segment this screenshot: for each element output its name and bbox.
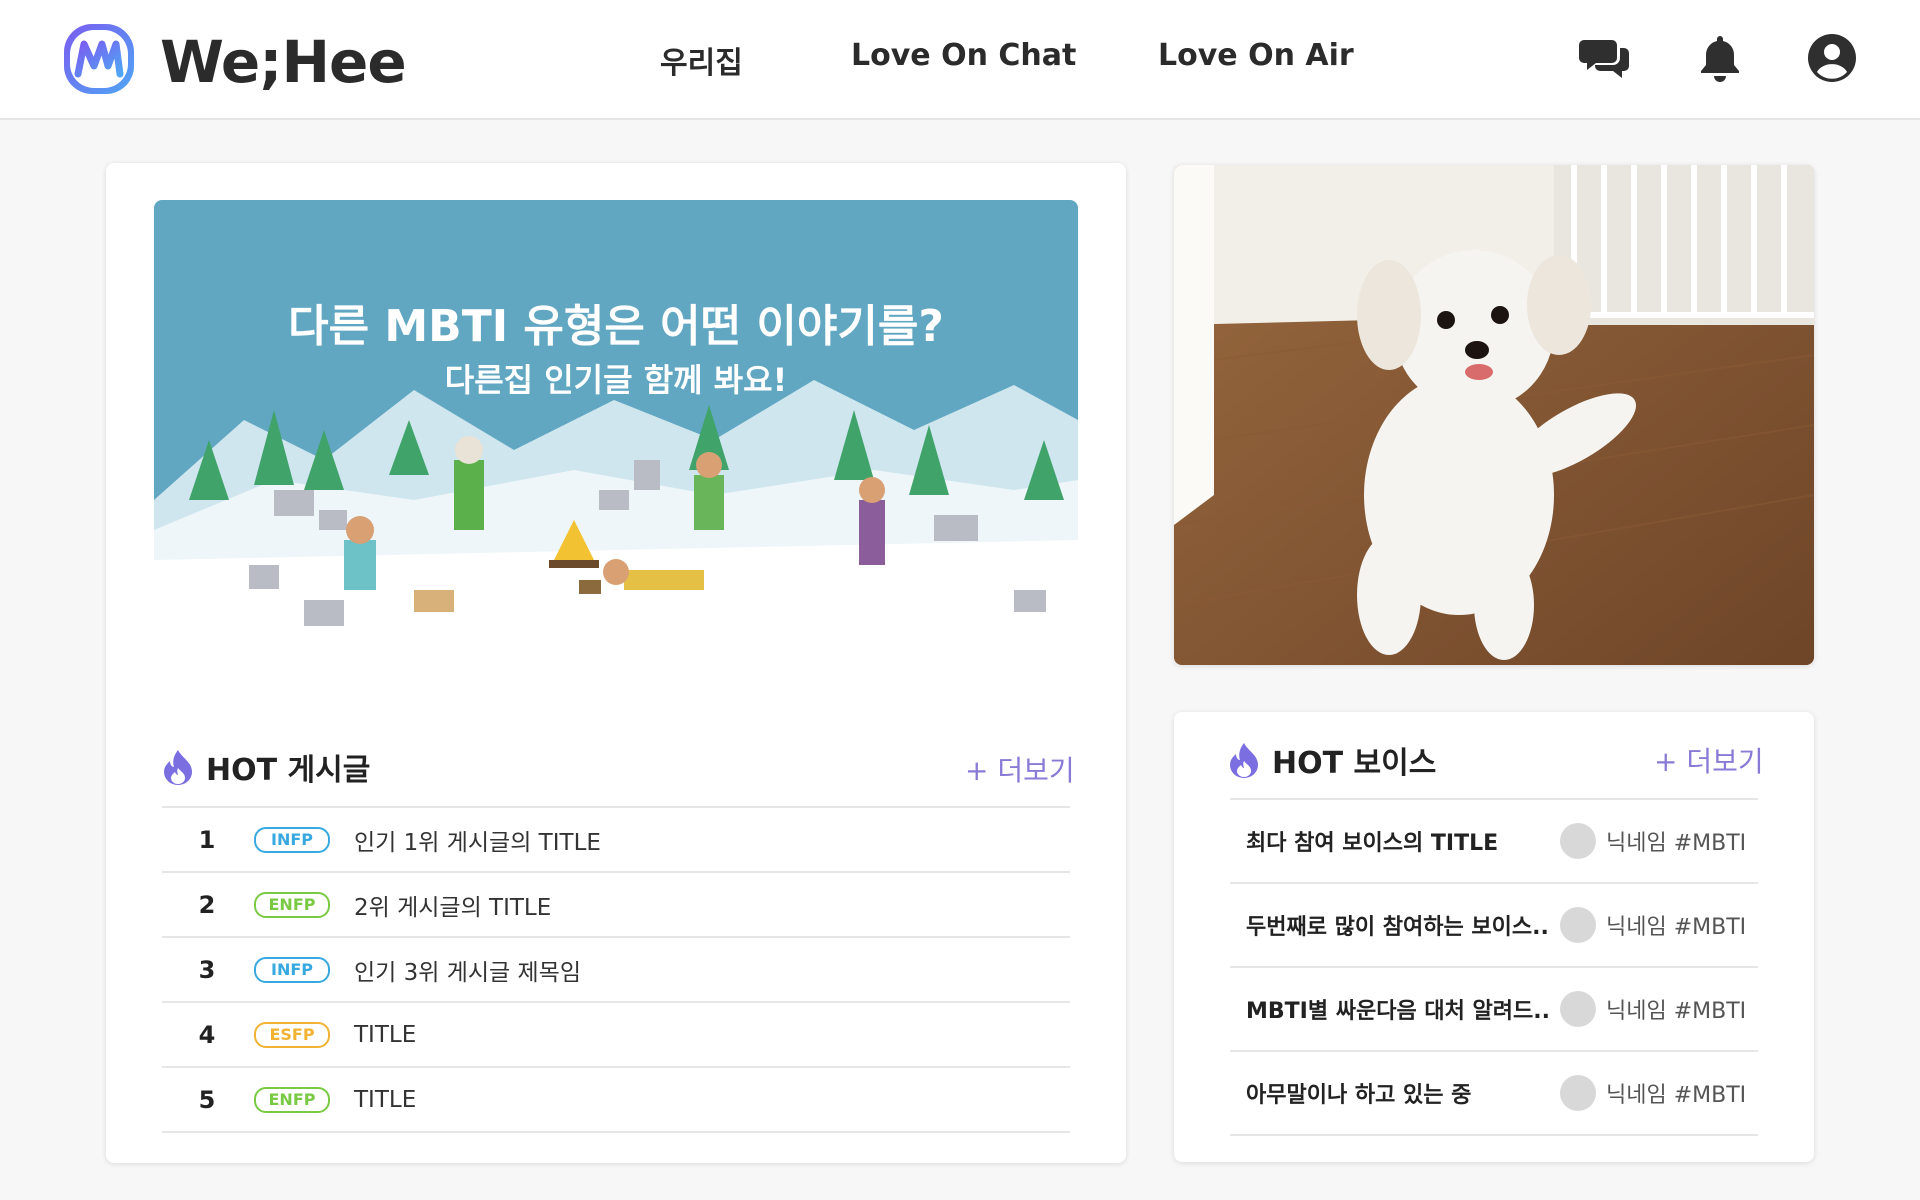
avatar [1560, 823, 1596, 859]
post-row[interactable]: 3 INFP 인기 3위 게시글 제목임 [162, 936, 1070, 1001]
hot-posts-title: HOT 게시글 [206, 753, 371, 788]
nav-item-home[interactable]: 우리집 [660, 38, 743, 82]
flame-icon [1230, 743, 1258, 778]
mbti-badge: INFP [254, 826, 330, 853]
nav-item-love-on-chat[interactable]: Love On Chat [851, 38, 1076, 73]
hot-voices-more-link[interactable]: + 더보기 [1654, 740, 1764, 780]
post-title: 2위 게시글의 TITLE [354, 894, 552, 921]
post-title: TITLE [354, 1021, 417, 1048]
mbti-badge: ENFP [254, 891, 330, 918]
avatar [1560, 907, 1596, 943]
nav-item-love-on-air[interactable]: Love On Air [1158, 38, 1354, 73]
voice-title: MBTI별 싸운다음 대처 알려드.. [1246, 999, 1550, 1024]
voice-title: 최다 참여 보이스의 TITLE [1246, 831, 1499, 856]
user-account-icon[interactable] [1804, 30, 1860, 86]
hot-posts-header: HOT 게시글 [162, 745, 370, 789]
hot-voices-card: HOT 보이스 + 더보기 최다 참여 보이스의 TITLE 닉네임 #MBTI… [1174, 712, 1814, 1162]
post-rank: 3 [198, 955, 216, 984]
voice-row[interactable]: MBTI별 싸운다음 대처 알려드.. 닉네임 #MBTI [1230, 966, 1758, 1050]
banner-subtitle: 다른집 인기글 함께 봐요! [444, 361, 788, 399]
hot-posts-more-link[interactable]: + 더보기 [965, 749, 1075, 789]
top-header: We;Hee 우리집 Love On Chat Love On Air [0, 0, 1920, 120]
post-row[interactable]: 2 ENFP 2위 게시글의 TITLE [162, 871, 1070, 936]
voice-row[interactable]: 최다 참여 보이스의 TITLE 닉네임 #MBTI [1230, 798, 1758, 882]
post-row[interactable]: 4 ESFP TITLE [162, 1001, 1070, 1066]
voice-nickname: 닉네임 #MBTI [1606, 831, 1747, 856]
post-title: 인기 1위 게시글의 TITLE [354, 829, 601, 856]
mbti-badge: ENFP [254, 1086, 330, 1113]
mbti-badge: INFP [254, 956, 330, 983]
voice-nickname: 닉네임 #MBTI [1606, 1083, 1747, 1108]
mbti-badge: ESFP [254, 1021, 330, 1048]
voice-row[interactable]: 아무말이나 하고 있는 중 닉네임 #MBTI [1230, 1050, 1758, 1136]
voice-row[interactable]: 두번째로 많이 참여하는 보이스.. 닉네임 #MBTI [1230, 882, 1758, 966]
featured-dog-photo[interactable] [1174, 165, 1814, 665]
voice-nickname: 닉네임 #MBTI [1606, 999, 1747, 1024]
hot-voices-title: HOT 보이스 [1272, 746, 1437, 781]
main-left-card: 다른 MBTI 유형은 어떤 이야기를? 다른집 인기글 함께 봐요! HOT … [106, 163, 1126, 1163]
logo-icon[interactable] [62, 22, 136, 96]
voice-title: 아무말이나 하고 있는 중 [1246, 1083, 1472, 1108]
banner-title: 다른 MBTI 유형은 어떤 이야기를? [288, 301, 944, 352]
mbti-banner[interactable]: 다른 MBTI 유형은 어떤 이야기를? 다른집 인기글 함께 봐요! [154, 200, 1078, 653]
avatar [1560, 1075, 1596, 1111]
bell-icon[interactable] [1692, 30, 1748, 86]
post-rank: 4 [198, 1020, 216, 1049]
post-rank: 1 [198, 825, 216, 854]
hot-voices-list: 최다 참여 보이스의 TITLE 닉네임 #MBTI 두번째로 많이 참여하는 … [1230, 798, 1758, 1136]
post-title: 인기 3위 게시글 제목임 [354, 959, 582, 986]
post-rank: 5 [198, 1085, 216, 1114]
post-title: TITLE [354, 1086, 417, 1113]
hot-posts-list: 1 INFP 인기 1위 게시글의 TITLE 2 ENFP 2위 게시글의 T… [162, 806, 1070, 1133]
hot-voices-header: HOT 보이스 [1228, 738, 1436, 782]
post-row[interactable]: 5 ENFP TITLE [162, 1066, 1070, 1133]
post-row[interactable]: 1 INFP 인기 1위 게시글의 TITLE [162, 806, 1070, 871]
chat-bubbles-icon[interactable] [1578, 30, 1634, 86]
flame-icon [164, 750, 192, 785]
voice-nickname: 닉네임 #MBTI [1606, 915, 1747, 940]
voice-title: 두번째로 많이 참여하는 보이스.. [1246, 915, 1549, 940]
logo-text[interactable]: We;Hee [160, 28, 407, 96]
post-rank: 2 [198, 890, 216, 919]
avatar [1560, 991, 1596, 1027]
